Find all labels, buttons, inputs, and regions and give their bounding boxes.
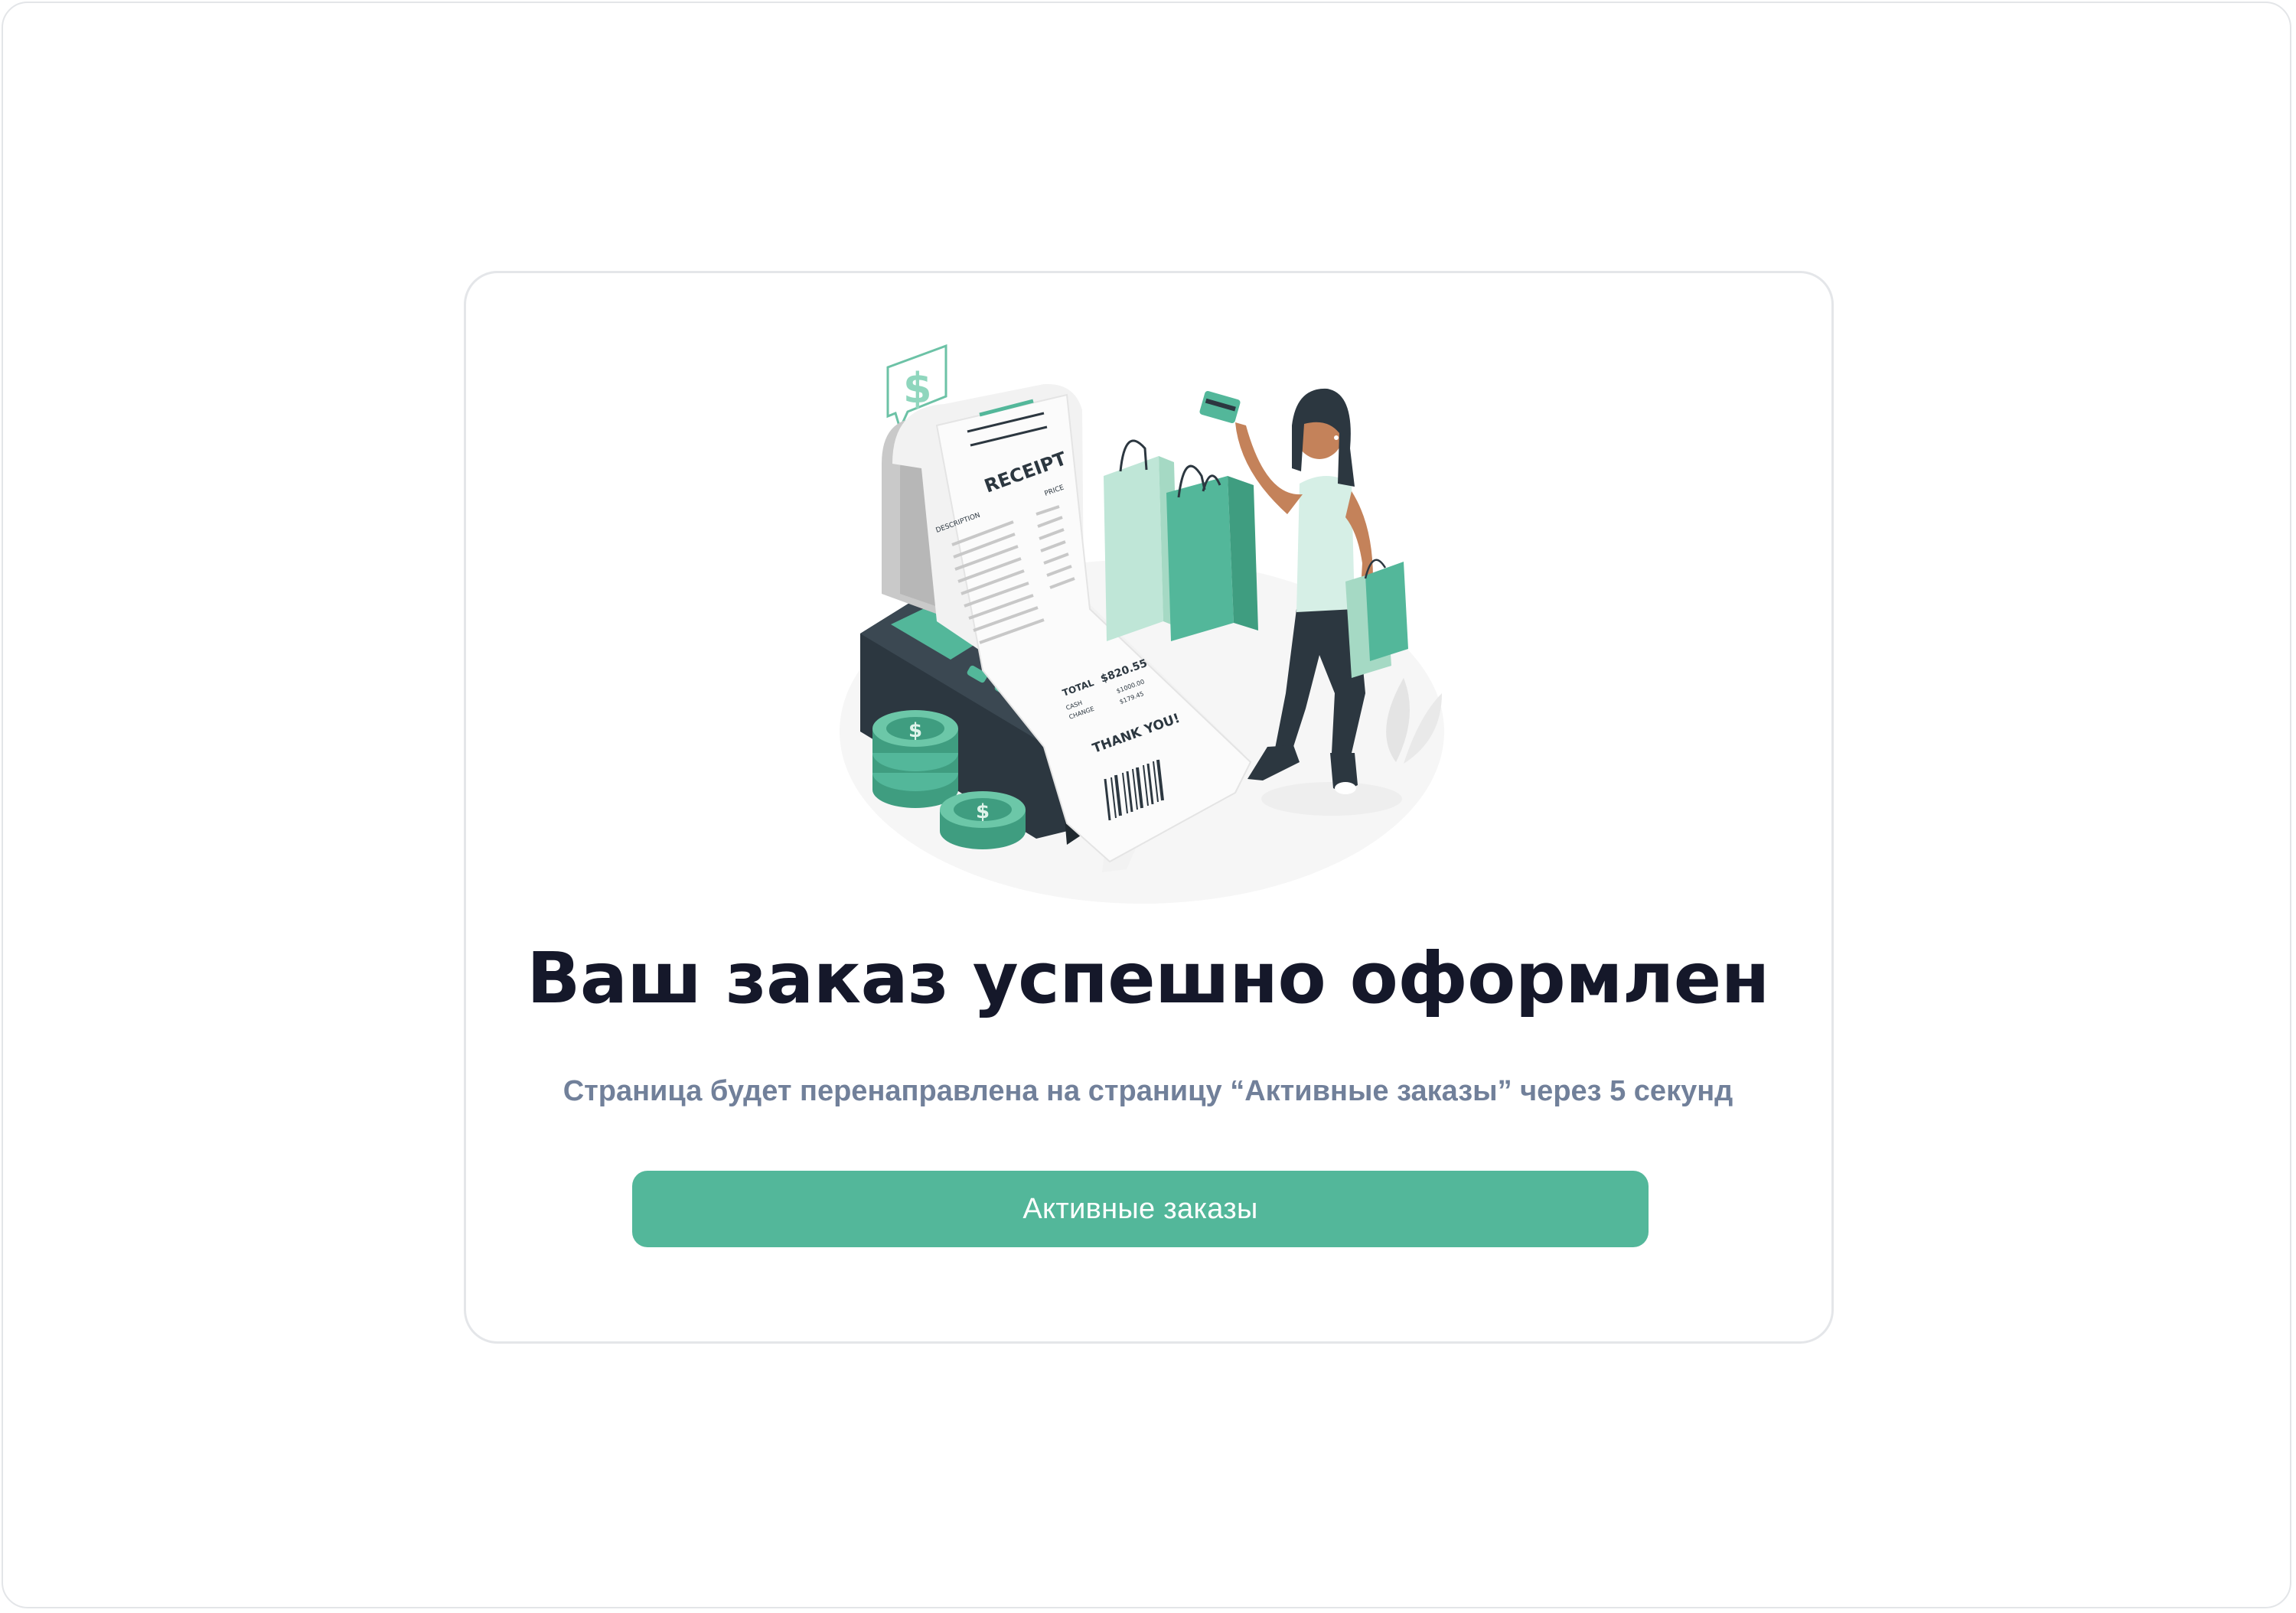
- bubble-dollar-symbol: $: [903, 364, 932, 412]
- coin-dollar-symbol: $: [908, 719, 922, 742]
- coin-stack-small: $: [940, 791, 1026, 849]
- redirect-notice: Страница будет перенаправлена на страниц…: [563, 1075, 1733, 1107]
- active-orders-button[interactable]: Активные заказы: [632, 1171, 1649, 1247]
- coin-dollar-symbol: $: [976, 800, 990, 823]
- coin-stack-large: $: [872, 710, 958, 808]
- shopping-bag-icon: [1104, 439, 1179, 641]
- shopping-bag-icon: [1166, 464, 1258, 641]
- page-title: Ваш заказ успешно оформлен: [527, 937, 1769, 1019]
- order-success-illustration: $ RECEIPT DESCRIPTION PRICE TOTAL $820.5…: [840, 344, 1444, 904]
